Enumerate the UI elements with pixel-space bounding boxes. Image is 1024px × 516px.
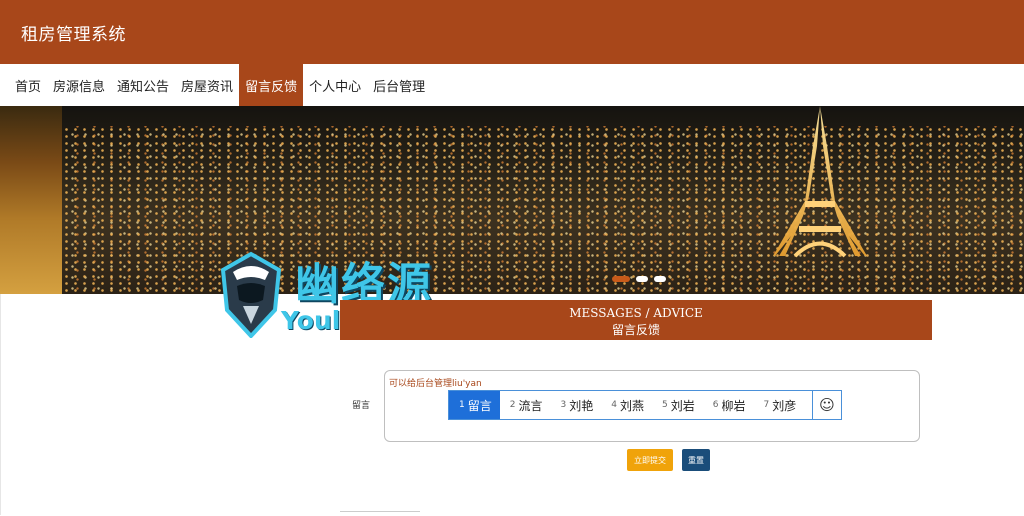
top-header: 租房管理系统 <box>0 0 1024 64</box>
candidate-text: 刘岩 <box>670 398 695 413</box>
candidate-text: 留言 <box>467 398 492 413</box>
ime-candidate[interactable]: 5 刘岩 <box>652 391 703 419</box>
section-title-en: MESSAGES / ADVICE <box>569 306 703 320</box>
eiffel-tower-icon <box>773 106 867 258</box>
candidate-number: 3 <box>560 400 567 410</box>
ime-candidate[interactable]: 4 刘燕 <box>601 391 652 419</box>
candidate-number: 7 <box>763 400 770 410</box>
nav-item-profile[interactable]: 个人中心 <box>303 64 367 106</box>
carousel-indicators <box>612 276 666 282</box>
candidate-number: 4 <box>611 400 617 410</box>
pagination-edge <box>340 511 420 516</box>
reset-button[interactable]: 重置 <box>682 449 710 471</box>
candidate-text: 柳岩 <box>721 398 746 413</box>
candidate-number: 5 <box>662 400 668 410</box>
ime-candidate[interactable]: 6 柳岩 <box>703 391 754 419</box>
nav-item-home[interactable]: 首页 <box>0 64 47 106</box>
city-lights-image <box>62 126 1024 294</box>
ime-candidate-bar: 1 留言 2 流言 3 刘艳 4 刘燕 5 刘岩 6 柳岩 7 刘彦 ☺ <box>448 390 842 420</box>
message-label: 留言 <box>352 401 371 411</box>
divider <box>0 294 1 515</box>
ime-candidate[interactable]: 7 刘彦 <box>754 391 805 419</box>
banner-prev-slide-image <box>0 106 62 294</box>
ime-candidate[interactable]: 2 流言 <box>500 391 551 419</box>
main-nav: 首页 房源信息 通知公告 房屋资讯 留言反馈 个人中心 后台管理 <box>0 64 1024 106</box>
candidate-text: 流言 <box>518 398 543 413</box>
ime-candidate[interactable]: 3 刘艳 <box>551 391 602 419</box>
app-title: 租房管理系统 <box>21 25 126 45</box>
candidate-number: 6 <box>712 400 719 410</box>
carousel-dot-1[interactable] <box>612 276 630 282</box>
section-header: MESSAGES / ADVICE 留言反馈 <box>340 300 932 340</box>
ime-candidate[interactable]: 1 留言 <box>449 391 500 419</box>
candidate-text: 刘燕 <box>619 398 644 413</box>
hacker-logo-icon <box>220 251 282 338</box>
candidate-number: 1 <box>459 400 465 410</box>
candidate-number: 2 <box>509 400 516 410</box>
emoji-icon[interactable]: ☺ <box>812 391 841 419</box>
nav-item-admin[interactable]: 后台管理 <box>367 64 431 106</box>
candidate-text: 刘艳 <box>569 398 594 413</box>
candidate-text: 刘彦 <box>772 398 797 413</box>
submit-button[interactable]: 立即提交 <box>627 449 673 471</box>
carousel-dot-3[interactable] <box>654 276 666 282</box>
nav-item-notices[interactable]: 通知公告 <box>111 64 175 106</box>
banner-carousel[interactable] <box>0 106 1024 294</box>
nav-item-news[interactable]: 房屋资讯 <box>175 64 239 106</box>
nav-item-feedback[interactable]: 留言反馈 <box>239 64 304 106</box>
section-title-cn: 留言反馈 <box>611 323 660 337</box>
carousel-dot-2[interactable] <box>636 276 648 282</box>
message-input-text: 可以给后台管理liu'yan <box>389 379 482 389</box>
nav-item-listings[interactable]: 房源信息 <box>47 64 111 106</box>
